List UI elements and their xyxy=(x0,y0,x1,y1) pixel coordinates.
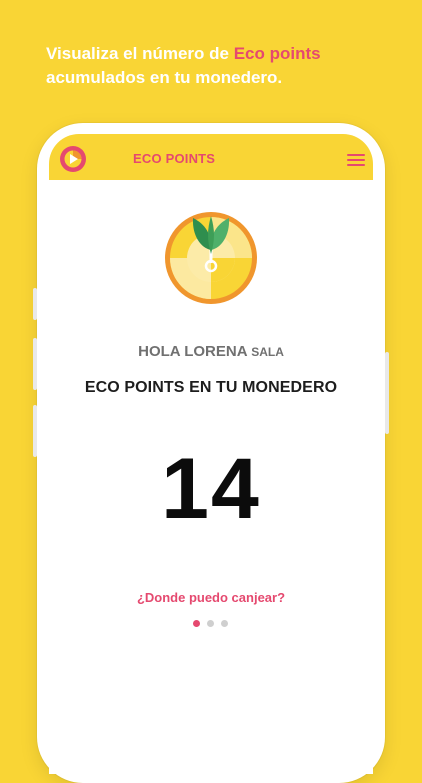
pagination-dot-1[interactable] xyxy=(193,620,200,627)
promo-line2: acumulados en tu monedero. xyxy=(46,68,283,87)
pagination-dot-3[interactable] xyxy=(221,620,228,627)
greeting-suffix: SALA xyxy=(251,345,284,359)
phone-volume-down-button xyxy=(33,405,37,457)
app-header: ECO POINTS xyxy=(49,134,373,180)
hamburger-menu-icon[interactable] xyxy=(347,154,365,166)
promo-caption: Visualiza el número de Eco points acumul… xyxy=(46,42,386,90)
wallet-heading: ECO POINTS EN TU MONEDERO xyxy=(84,379,338,396)
greeting-text: HOLA LORENA SALA xyxy=(49,343,373,360)
eco-points-logo-icon[interactable] xyxy=(59,145,87,173)
pagination-dots xyxy=(193,620,228,628)
eco-points-balance: 14 xyxy=(161,441,261,537)
greeting-name: HOLA LORENA xyxy=(138,343,248,360)
where-to-redeem-link[interactable]: ¿Donde puedo canjear? xyxy=(49,590,373,605)
promo-highlight: Eco points xyxy=(233,44,321,63)
phone-volume-up-button xyxy=(33,338,37,390)
leaf-sprout-coin-icon xyxy=(165,212,257,304)
promo-line1-prefix: Visualiza el número de xyxy=(46,44,234,63)
phone-side-button xyxy=(33,288,37,320)
pagination-dot-2[interactable] xyxy=(207,620,214,627)
phone-power-button xyxy=(385,352,389,434)
app-title: ECO POINTS xyxy=(133,151,216,166)
app-screen: ECO POINTS HOLA LORENA SALA ECO POINTS E… xyxy=(49,134,373,774)
